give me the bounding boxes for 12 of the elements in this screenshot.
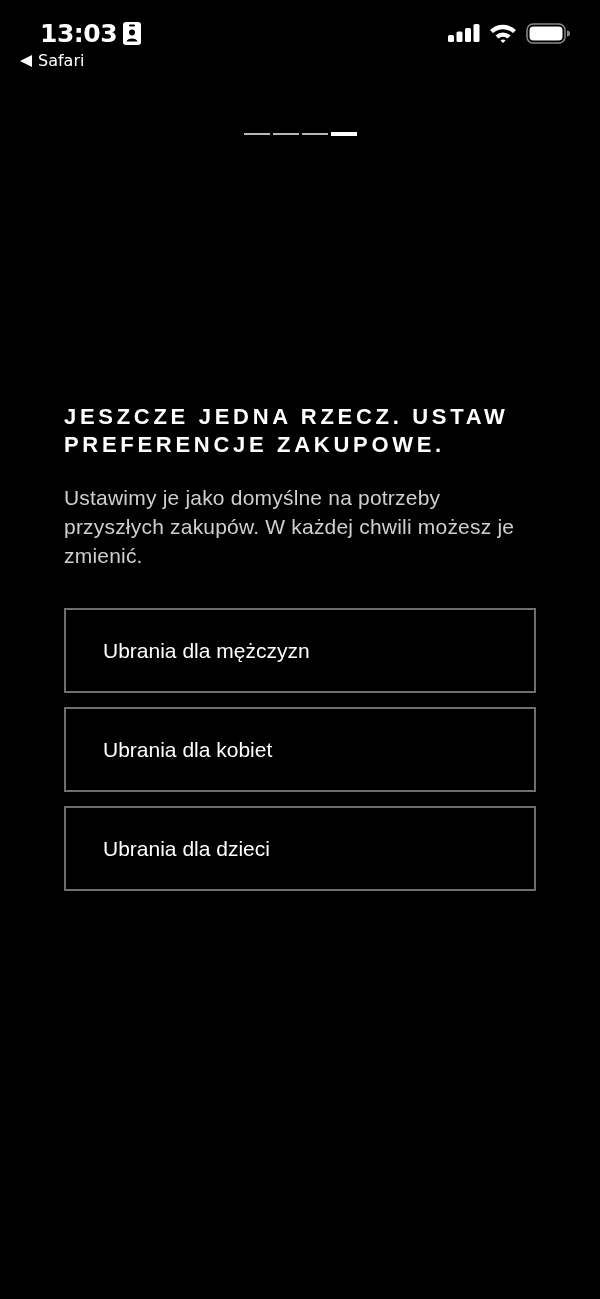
battery-icon [526,22,570,44]
option-button[interactable]: Ubrania dla kobiet [64,707,536,792]
description-text: Ustawimy je jako domyślne na potrzeby przyszłych zakupów. W każdej chwili możesz je zmienić. [64,485,516,569]
wifi-icon [489,23,517,43]
option-button[interactable]: Ubrania dla mężczyzn [64,608,536,693]
page-heading: JESZCZE JEDNA RZECZ. USTAW PREFERENCJE ZAKUPOWE. [64,403,510,459]
signal-icon [448,24,480,42]
id-card-icon [123,21,142,45]
back-icon [20,54,32,67]
back-button[interactable]: Safari [20,51,142,70]
option-button[interactable]: Ubrania dla dzieci [64,806,536,891]
status-time: 13:03 [40,18,118,48]
